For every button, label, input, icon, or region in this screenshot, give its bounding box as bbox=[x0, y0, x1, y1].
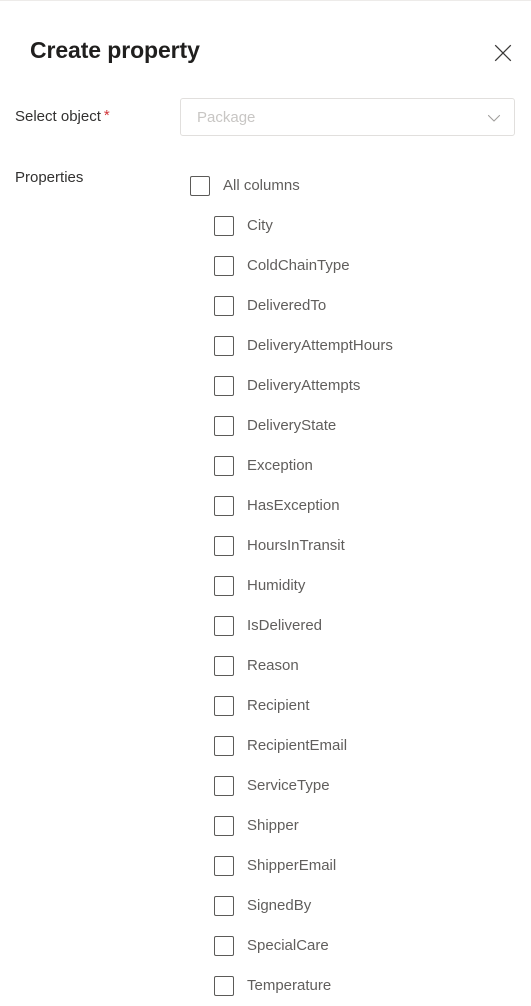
checkbox-row[interactable]: ShipperEmail bbox=[0, 846, 531, 886]
checkbox-row[interactable]: DeliveryState bbox=[0, 406, 531, 446]
checkbox-label: Temperature bbox=[247, 977, 332, 994]
close-button[interactable] bbox=[483, 33, 523, 73]
checkbox[interactable] bbox=[214, 736, 234, 756]
select-object-row: Select object * Package bbox=[0, 98, 531, 136]
select-object-dropdown-value: Package bbox=[197, 109, 256, 126]
close-icon bbox=[494, 44, 512, 62]
checkbox[interactable] bbox=[214, 656, 234, 676]
create-property-panel: Create property Select object * Package P… bbox=[0, 0, 531, 996]
checkbox[interactable] bbox=[214, 896, 234, 916]
checkbox-row[interactable]: Shipper bbox=[0, 806, 531, 846]
checkbox-label-all-columns: All columns bbox=[223, 177, 300, 194]
checkbox-row[interactable]: RecipientEmail bbox=[0, 726, 531, 766]
checkbox-label: HasException bbox=[247, 497, 340, 514]
checkbox[interactable] bbox=[214, 256, 234, 276]
checkbox[interactable] bbox=[214, 296, 234, 316]
checkbox-row[interactable]: IsDelivered bbox=[0, 606, 531, 646]
checkbox-all-columns[interactable] bbox=[190, 176, 210, 196]
checkbox-row[interactable]: DeliveryAttemptHours bbox=[0, 326, 531, 366]
checkbox[interactable] bbox=[214, 776, 234, 796]
checkbox-label: RecipientEmail bbox=[247, 737, 348, 754]
checkbox-label: Reason bbox=[247, 657, 299, 674]
checkbox-label: Shipper bbox=[247, 817, 299, 834]
checkbox[interactable] bbox=[214, 496, 234, 516]
checkbox[interactable] bbox=[214, 936, 234, 956]
checkbox-row[interactable]: SpecialCare bbox=[0, 926, 531, 966]
checkbox[interactable] bbox=[214, 616, 234, 636]
checkbox[interactable] bbox=[214, 336, 234, 356]
checkbox-row[interactable]: DeliveredTo bbox=[0, 286, 531, 326]
select-object-label: Select object * bbox=[15, 98, 110, 136]
checkbox-row[interactable]: Recipient bbox=[0, 686, 531, 726]
select-object-dropdown[interactable]: Package bbox=[180, 98, 515, 136]
checkbox-row[interactable]: ServiceType bbox=[0, 766, 531, 806]
checkbox-label: ServiceType bbox=[247, 777, 330, 794]
checkbox[interactable] bbox=[214, 696, 234, 716]
checkbox-label: City bbox=[247, 217, 273, 234]
select-object-label-text: Select object bbox=[15, 108, 101, 125]
checkbox[interactable] bbox=[214, 216, 234, 236]
checkbox-row[interactable]: HasException bbox=[0, 486, 531, 526]
checkbox[interactable] bbox=[214, 856, 234, 876]
required-indicator: * bbox=[103, 107, 110, 124]
checkbox[interactable] bbox=[214, 456, 234, 476]
checkbox-row[interactable]: Temperature bbox=[0, 966, 531, 1006]
checkbox-row[interactable]: SignedBy bbox=[0, 886, 531, 926]
checkbox-row[interactable]: ColdChainType bbox=[0, 246, 531, 286]
checkbox-items-container: City ColdChainType DeliveredTo DeliveryAtte… bbox=[0, 206, 531, 1006]
checkbox[interactable] bbox=[214, 416, 234, 436]
checkbox-label: IsDelivered bbox=[247, 617, 323, 634]
checkbox-label: Humidity bbox=[247, 577, 306, 594]
chevron-down-icon bbox=[486, 99, 502, 137]
checkbox-label: ShipperEmail bbox=[247, 857, 337, 874]
checkbox-label: DeliveredTo bbox=[247, 297, 327, 314]
checkbox-label: ColdChainType bbox=[247, 257, 350, 274]
checkbox-label: SignedBy bbox=[247, 897, 312, 914]
checkbox[interactable] bbox=[214, 376, 234, 396]
properties-checkbox-list: All columns City ColdChainType DeliveredTo… bbox=[0, 166, 531, 1006]
checkbox-label: DeliveryState bbox=[247, 417, 337, 434]
checkbox[interactable] bbox=[214, 576, 234, 596]
checkbox-row[interactable]: City bbox=[0, 206, 531, 246]
checkbox-label: Recipient bbox=[247, 697, 310, 714]
checkbox-label: Exception bbox=[247, 457, 313, 474]
checkbox-row-all-columns[interactable]: All columns bbox=[0, 166, 531, 206]
checkbox-row[interactable]: Reason bbox=[0, 646, 531, 686]
checkbox-row[interactable]: Humidity bbox=[0, 566, 531, 606]
checkbox-row[interactable]: DeliveryAttempts bbox=[0, 366, 531, 406]
checkbox-label: DeliveryAttemptHours bbox=[247, 337, 393, 354]
checkbox-row[interactable]: Exception bbox=[0, 446, 531, 486]
page-title: Create property bbox=[30, 37, 200, 63]
panel-header: Create property bbox=[0, 1, 531, 89]
checkbox-label: SpecialCare bbox=[247, 937, 329, 954]
checkbox[interactable] bbox=[214, 536, 234, 556]
checkbox[interactable] bbox=[214, 976, 234, 996]
checkbox-label: DeliveryAttempts bbox=[247, 377, 361, 394]
checkbox-row[interactable]: HoursInTransit bbox=[0, 526, 531, 566]
checkbox[interactable] bbox=[214, 816, 234, 836]
checkbox-label: HoursInTransit bbox=[247, 537, 345, 554]
